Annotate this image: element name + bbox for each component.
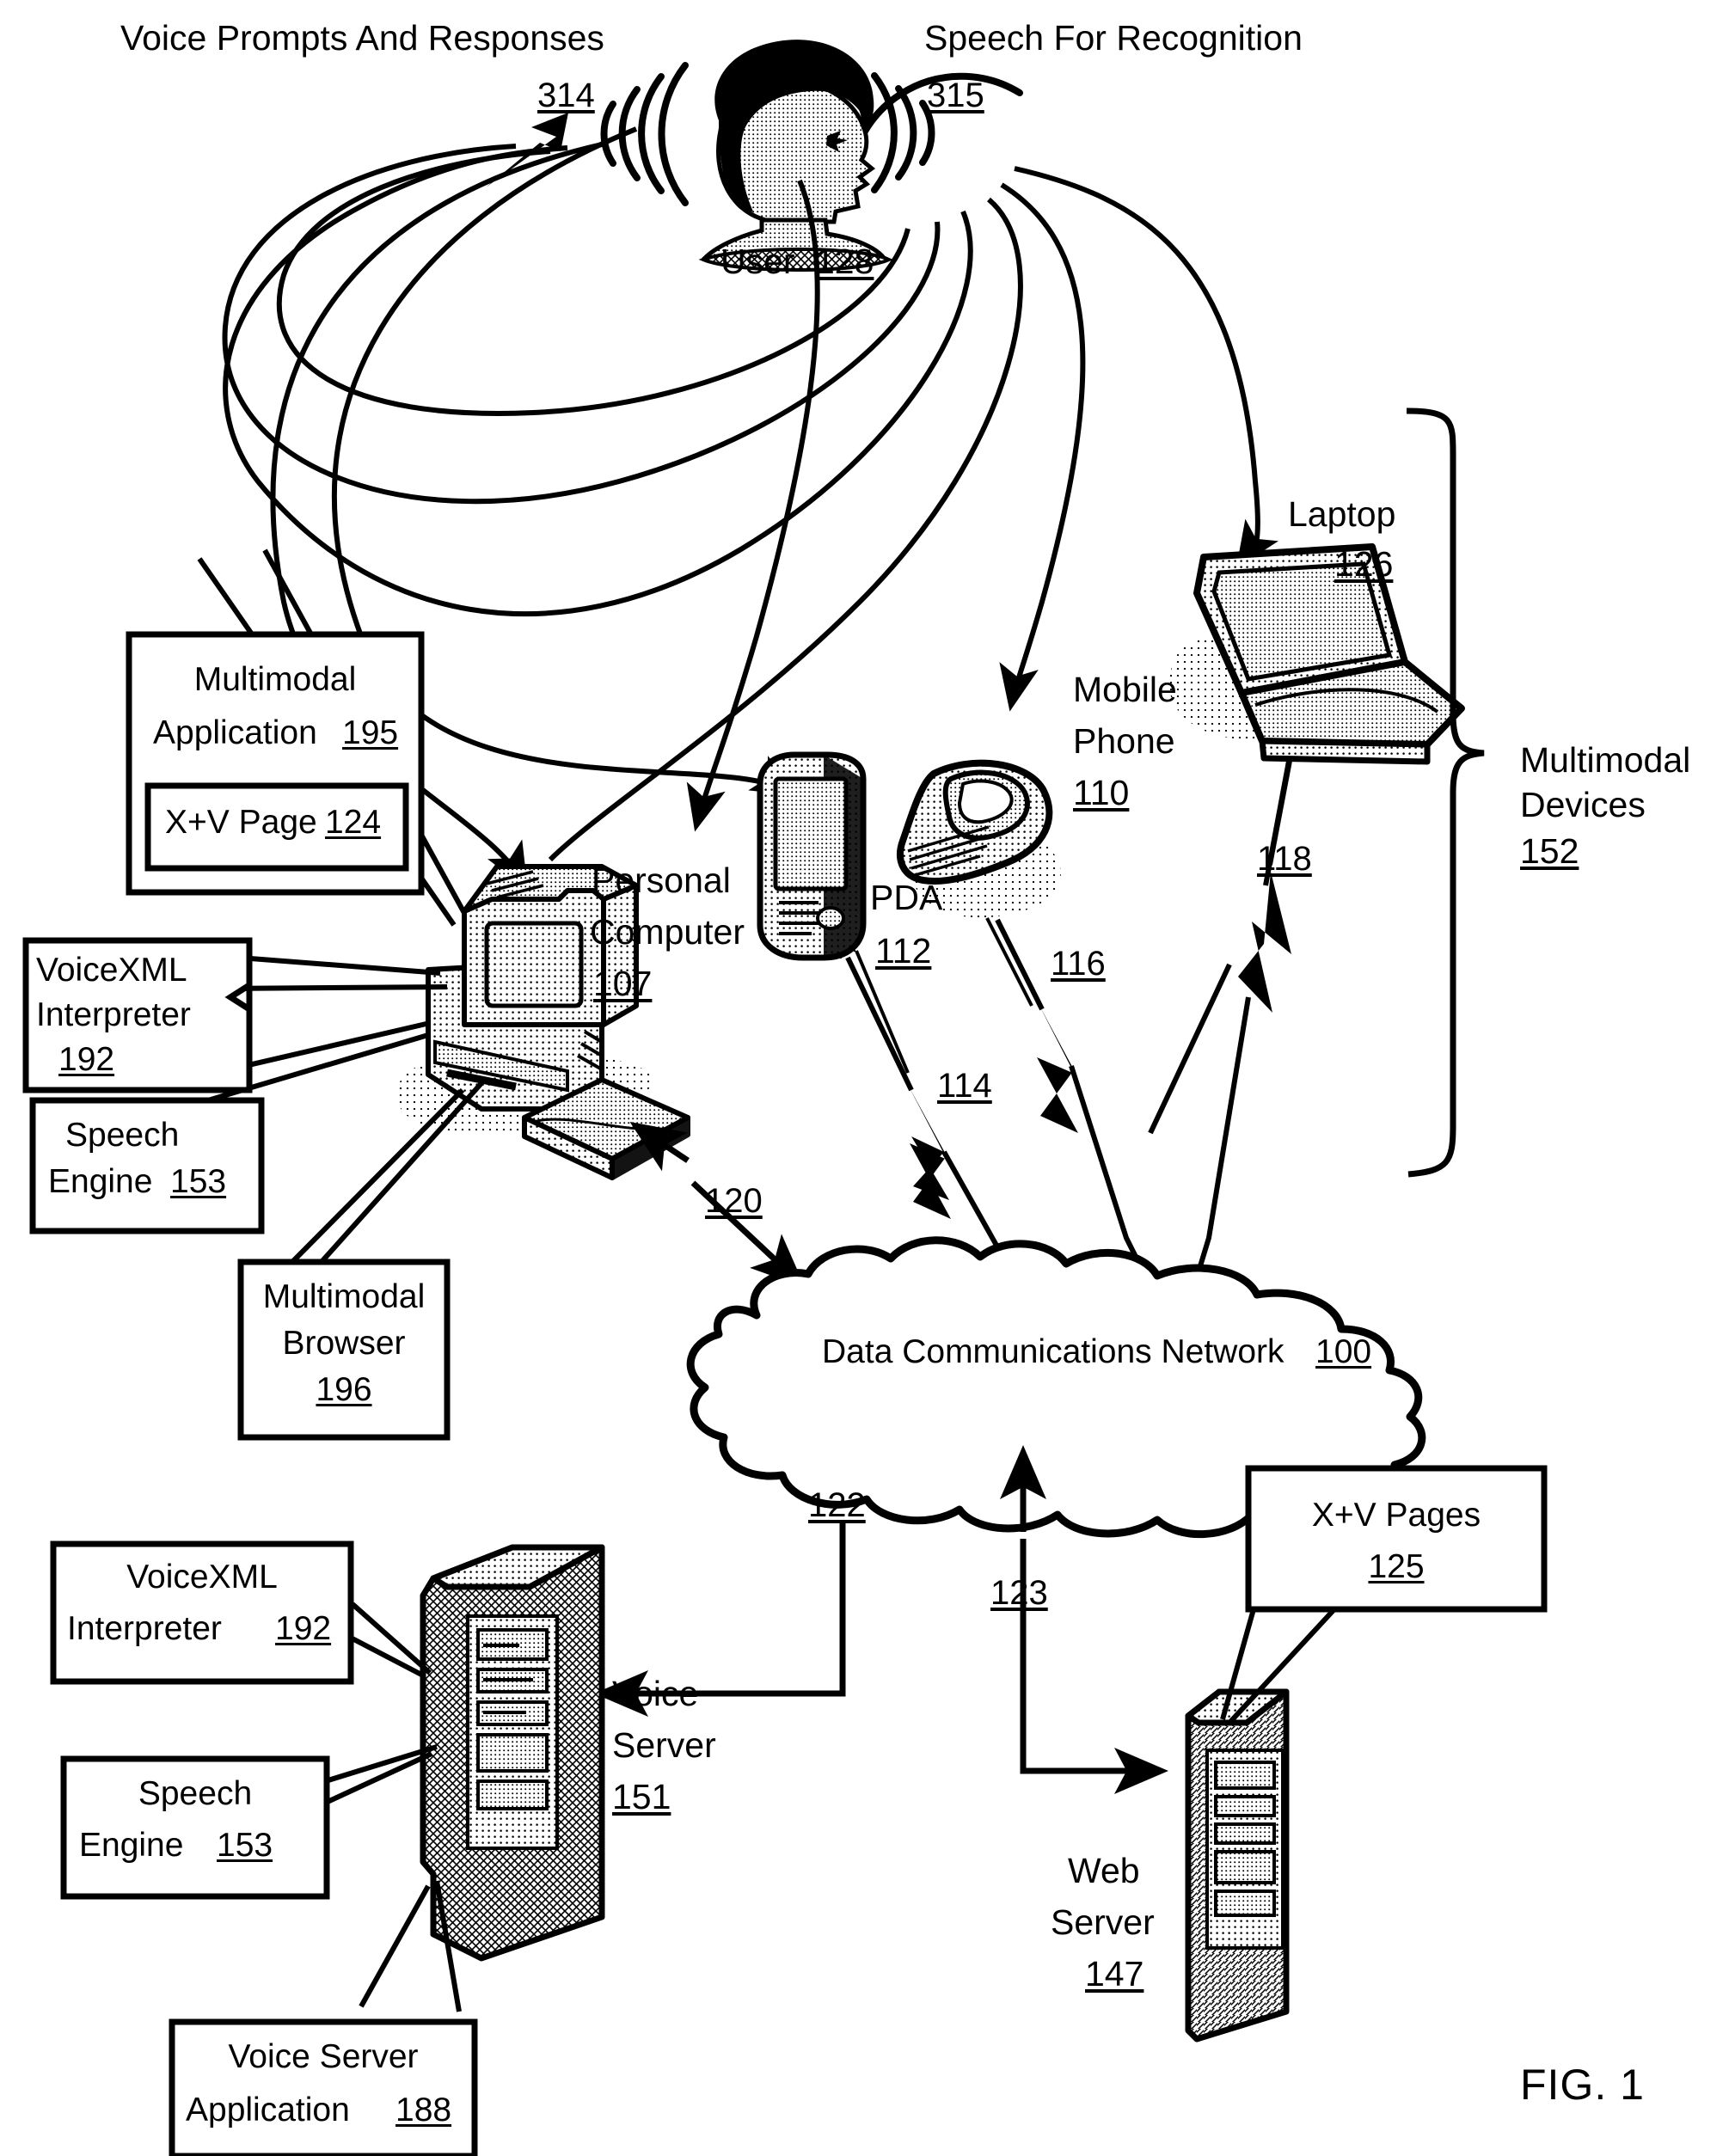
pda-label: PDA [870,878,943,917]
multimodal-devices-line2: Devices [1520,785,1646,824]
laptop-icon [1168,543,1465,765]
multimodal-application-line1: Multimodal [193,661,357,698]
voice-server-application-line2: Application [186,2092,350,2128]
pda-ref: 112 [875,931,932,971]
voicexml-interpreter-pc-line1: VoiceXML [36,952,187,989]
ref-114: 114 [937,1067,992,1105]
multimodal-browser-ref: 196 [316,1371,372,1408]
user-ref: 128 [815,242,874,281]
voice-server-line1: Voice [612,1674,699,1713]
multimodal-application-line2: Application [153,714,317,751]
pda-icon [757,751,867,961]
multimodal-devices-line1: Multimodal [1520,740,1691,780]
voicexml-interpreter-vs-ref: 192 [275,1610,332,1647]
voice-prompts-title: Voice Prompts And Responses [120,18,604,58]
ref-118: 118 [1257,840,1312,878]
network-label: Data Communications Network [822,1333,1284,1370]
mobile-phone-line1: Mobile [1073,670,1177,709]
patent-figure-1: Voice Prompts And Responses 314 Speech F… [0,0,1729,2156]
voicexml-interpreter-vs-line2: Interpreter [67,1610,222,1647]
voicexml-interpreter-vs-line1: VoiceXML [126,1559,278,1596]
web-server-line1: Web [1068,1851,1140,1890]
speech-recognition-ref: 315 [927,77,984,114]
mobile-phone-ref: 110 [1073,773,1130,812]
multimodal-browser-line2: Browser [282,1325,406,1362]
multimodal-devices-brace [1406,407,1485,1178]
multimodal-application-ref: 195 [342,714,399,751]
personal-computer-line2: Computer [590,912,745,952]
bolt-118 [1238,872,1291,1013]
network-cloud [686,1236,1426,1538]
personal-computer-line1: Personal [592,861,731,900]
ref-122: 122 [808,1486,866,1524]
voice-prompt-arrowhead [486,113,568,187]
personal-computer-ref: 107 [593,964,653,1003]
voice-prompts-ref: 314 [537,77,595,114]
ref-120: 120 [705,1182,763,1220]
user-head-icon [698,40,893,272]
network-ref: 100 [1315,1333,1372,1370]
multimodal-devices-ref: 152 [1520,831,1579,871]
web-server-icon [1185,1688,1290,2043]
ref-123: 123 [990,1574,1048,1612]
link-122 [594,1523,846,1717]
voice-server-icon [420,1544,605,1962]
ref-116: 116 [1051,945,1106,983]
mobile-phone-line2: Phone [1073,721,1175,761]
voice-server-line2: Server [612,1725,716,1765]
laptop-label: Laptop [1288,494,1396,534]
web-server-ref: 147 [1085,1954,1144,1994]
bolt-114 [911,1090,949,1200]
voice-prompt-waves [600,62,689,206]
user-label: User [720,242,795,281]
voice-server-application-line1: Voice Server [228,2038,419,2075]
web-server-line2: Server [1051,1902,1155,1942]
speech-recognition-title: Speech For Recognition [924,18,1303,58]
speech-engine-pc-ref: 153 [170,1163,227,1200]
voice-server-ref: 151 [612,1777,671,1816]
voice-server-application-ref: 188 [395,2092,452,2128]
figure-label: FIG. 1 [1520,2061,1645,2109]
speech-engine-vs-line1: Speech [138,1775,253,1812]
speech-engine-pc-line2: Engine [48,1163,153,1200]
laptop-ref: 126 [1334,544,1394,584]
wireless-connectors [845,956,1232,1279]
speech-engine-vs-ref: 153 [217,1827,273,1864]
multimodal-browser-line1: Multimodal [262,1278,426,1315]
bolt-116 [1037,1004,1078,1133]
xv-pages-ref: 125 [1368,1548,1425,1585]
voicexml-interpreter-pc-ref: 192 [58,1041,115,1078]
voicexml-interpreter-pc-line2: Interpreter [36,996,191,1033]
xv-pages-box-shape [1245,1465,1548,1613]
xv-page-label: X+V Page [165,804,317,841]
xv-page-ref: 124 [325,804,382,841]
speech-engine-vs-line2: Engine [79,1827,184,1864]
speech-engine-pc-line1: Speech [65,1117,180,1154]
xv-pages-line1: X+V Pages [1311,1497,1481,1534]
xv-pages-leaders [1220,1607,1337,1725]
